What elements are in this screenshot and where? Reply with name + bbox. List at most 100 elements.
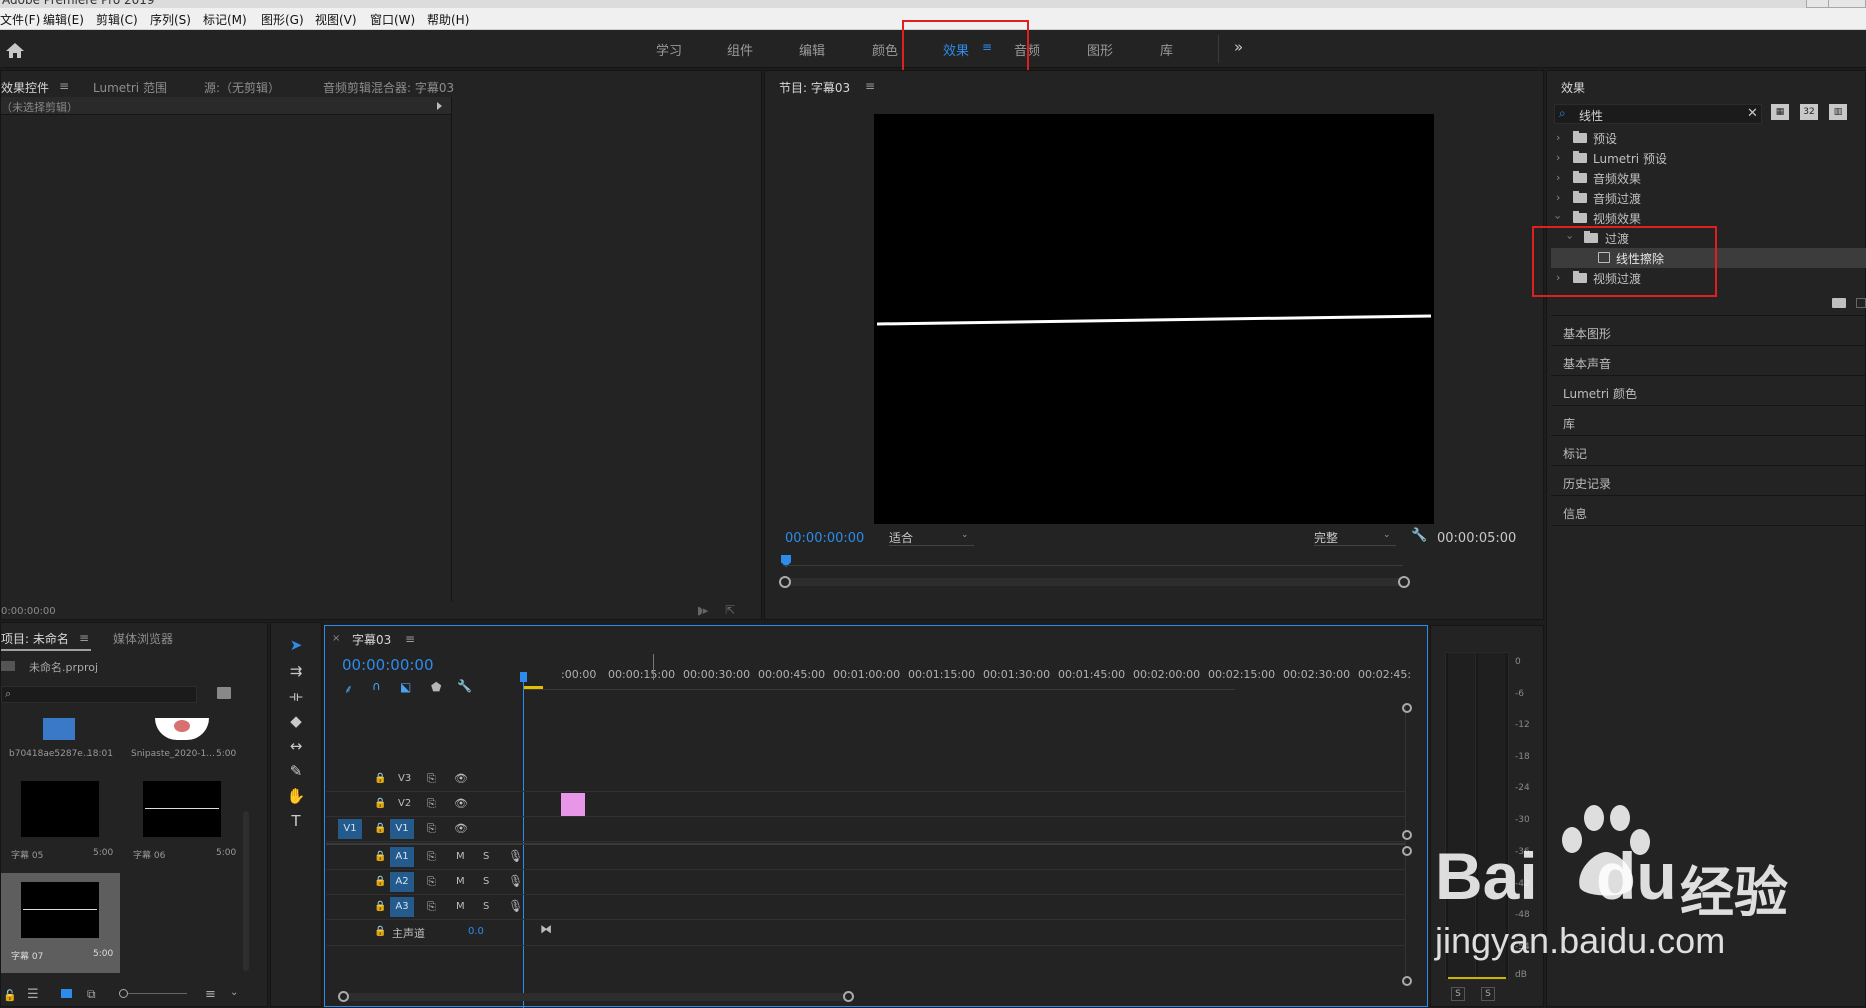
scroll-handle-left[interactable] [338,991,349,1002]
yuv-effects-icon[interactable]: ▥ [1829,104,1847,120]
tab-lumetri-scopes[interactable]: Lumetri 范围 [93,79,167,96]
scroll-handle-mid[interactable] [1402,830,1412,840]
sync-lock-icon[interactable]: ⎘ [427,875,436,889]
track-v1[interactable]: V1 🔒 V1 ⎘ 👁 [326,817,1406,842]
track-a2[interactable]: 🔒 A2 ⎘ M S 🎙 [326,870,1406,895]
tree-item-audio-effects[interactable]: › 音频效果 [1551,168,1866,188]
media-thumbnail[interactable] [143,781,221,837]
microphone-icon[interactable]: 🎙 [508,849,523,863]
nest-toggle-icon[interactable]: ⸙ [344,680,353,697]
track-lock-icon[interactable]: 🔒 [374,926,386,937]
freeform-view-icon[interactable]: ⧉ [87,987,96,1002]
scroll-handle-right[interactable] [843,991,854,1002]
tab-media-browser[interactable]: 媒体浏览器 [113,630,173,647]
menu-clip[interactable]: 剪辑(C) [96,11,138,28]
workspace-tab-learn[interactable]: 学习 [656,40,682,59]
tree-item-presets[interactable]: › 预设 [1551,128,1866,148]
chevron-down-icon[interactable]: › [1552,215,1565,219]
panel-history[interactable]: 历史记录 [1551,466,1866,496]
menu-edit[interactable]: 编辑(E) [43,11,84,28]
solo-button[interactable]: S [483,876,489,887]
chevron-down-icon[interactable]: ⌄ [230,987,238,998]
list-view-icon[interactable]: ☰ [27,987,39,1002]
razor-tool-icon[interactable]: ◆ [286,711,306,731]
hand-tool-icon[interactable]: ✋ [286,786,306,806]
microphone-icon[interactable]: 🎙 [508,874,523,888]
tab-project[interactable]: 项目: 未命名 [1,630,69,647]
home-icon[interactable] [5,42,25,59]
expand-right-icon[interactable] [437,102,442,110]
clear-search-icon[interactable]: ✕ [1747,106,1758,121]
tree-item-audio-transitions[interactable]: › 音频过渡 [1551,188,1866,208]
project-scrollbar[interactable] [243,811,249,971]
track-a3[interactable]: 🔒 A3 ⎘ M S 🎙 [326,895,1406,920]
panel-menu-icon[interactable]: ≡ [405,632,415,646]
settings-wrench-icon[interactable]: 🔧 [1411,528,1427,543]
snap-icon[interactable]: ∩ [372,679,381,693]
panel-essential-graphics[interactable]: 基本图形 [1551,316,1866,346]
workspace-more-icon[interactable]: » [1234,38,1243,56]
track-lock-icon[interactable]: 🔒 [374,901,386,912]
sync-lock-icon[interactable]: ⎘ [427,772,436,786]
menu-view[interactable]: 视图(V) [315,11,357,28]
track-target-a3[interactable]: A3 [390,897,414,917]
timeline-clip[interactable] [561,793,585,816]
microphone-icon[interactable]: 🎙 [508,899,523,913]
timeline-tab[interactable]: 字幕03 [352,631,391,648]
new-search-bin-icon[interactable] [217,687,231,699]
panel-info[interactable]: 信息 [1551,496,1866,526]
workspace-tab-assembly[interactable]: 组件 [727,40,753,59]
sync-lock-icon[interactable]: ⎘ [427,850,436,864]
go-to-end-icon[interactable]: ⧓ [540,922,552,936]
tab-effect-controls[interactable]: 效果控件 [1,79,49,96]
tab-source[interactable]: 源:（无剪辑） [204,79,280,96]
timeline-settings-icon[interactable]: 🔧 [457,679,472,693]
effects-search-field[interactable]: ⌕ 线性 ✕ [1554,104,1762,124]
source-patch-v1[interactable]: V1 [338,819,362,839]
eye-icon[interactable]: 👁 [454,797,468,810]
new-bin-icon[interactable] [1832,298,1846,308]
workspace-tab-editing[interactable]: 编辑 [799,40,825,59]
scroll-handle-mid2[interactable] [1402,846,1412,856]
maximize-button[interactable] [1828,0,1866,8]
linked-selection-icon[interactable]: ⬕ [400,680,411,694]
accelerated-effects-icon[interactable]: ▦ [1771,104,1789,120]
timeline-timecode[interactable]: 00:00:00:00 [342,656,434,674]
track-lock-icon[interactable]: 🔒 [374,798,386,809]
panel-lumetri-color[interactable]: Lumetri 颜色 [1551,376,1866,406]
sync-lock-icon[interactable]: ⎘ [427,900,436,914]
32bit-effects-icon[interactable]: 32 [1800,104,1818,120]
timeline-horizontal-scrollbar[interactable] [338,991,854,1002]
mute-button[interactable]: M [456,851,465,862]
panel-essential-sound[interactable]: 基本声音 [1551,346,1866,376]
icon-view-icon[interactable] [61,989,72,998]
track-target-v1[interactable]: V1 [390,819,414,839]
eye-icon[interactable]: 👁 [454,772,468,785]
menu-help[interactable]: 帮助(H) [427,11,469,28]
close-tab-icon[interactable]: × [332,633,340,644]
selected-item-highlight[interactable]: 字幕 07 5:00 [1,873,120,973]
track-lock-icon[interactable]: 🔒 [374,851,386,862]
scroll-handle-left[interactable] [779,576,791,588]
scroll-handle-bottom[interactable] [1402,976,1412,986]
menu-graphics[interactable]: 图形(G) [261,11,304,28]
zoom-slider-handle[interactable] [119,989,128,998]
panel-markers[interactable]: 标记 [1551,436,1866,466]
track-lock-icon[interactable]: 🔒 [374,823,386,834]
menu-window[interactable]: 窗口(W) [370,11,415,28]
mute-button[interactable]: M [456,876,465,887]
workspace-tab-libraries[interactable]: 库 [1160,40,1173,59]
solo-button[interactable]: S [483,901,489,912]
pen-tool-icon[interactable]: ✎ [286,761,306,781]
sync-lock-icon[interactable]: ⎘ [427,822,436,836]
panel-menu-icon[interactable]: ≡ [79,631,89,645]
scroll-handle-top[interactable] [1402,703,1412,713]
track-v3[interactable]: 🔒 V3 ⎘ 👁 [326,767,1406,792]
slip-tool-icon[interactable]: ↔ [286,736,306,756]
track-v2[interactable]: 🔒 V2 ⎘ 👁 [326,792,1406,817]
zoom-slider[interactable] [119,989,187,998]
type-tool-icon[interactable]: T [286,811,306,831]
chevron-right-icon[interactable]: › [1556,191,1560,204]
ripple-edit-tool-icon[interactable]: ⟛ [286,686,306,706]
track-target-a1[interactable]: A1 [390,847,414,867]
